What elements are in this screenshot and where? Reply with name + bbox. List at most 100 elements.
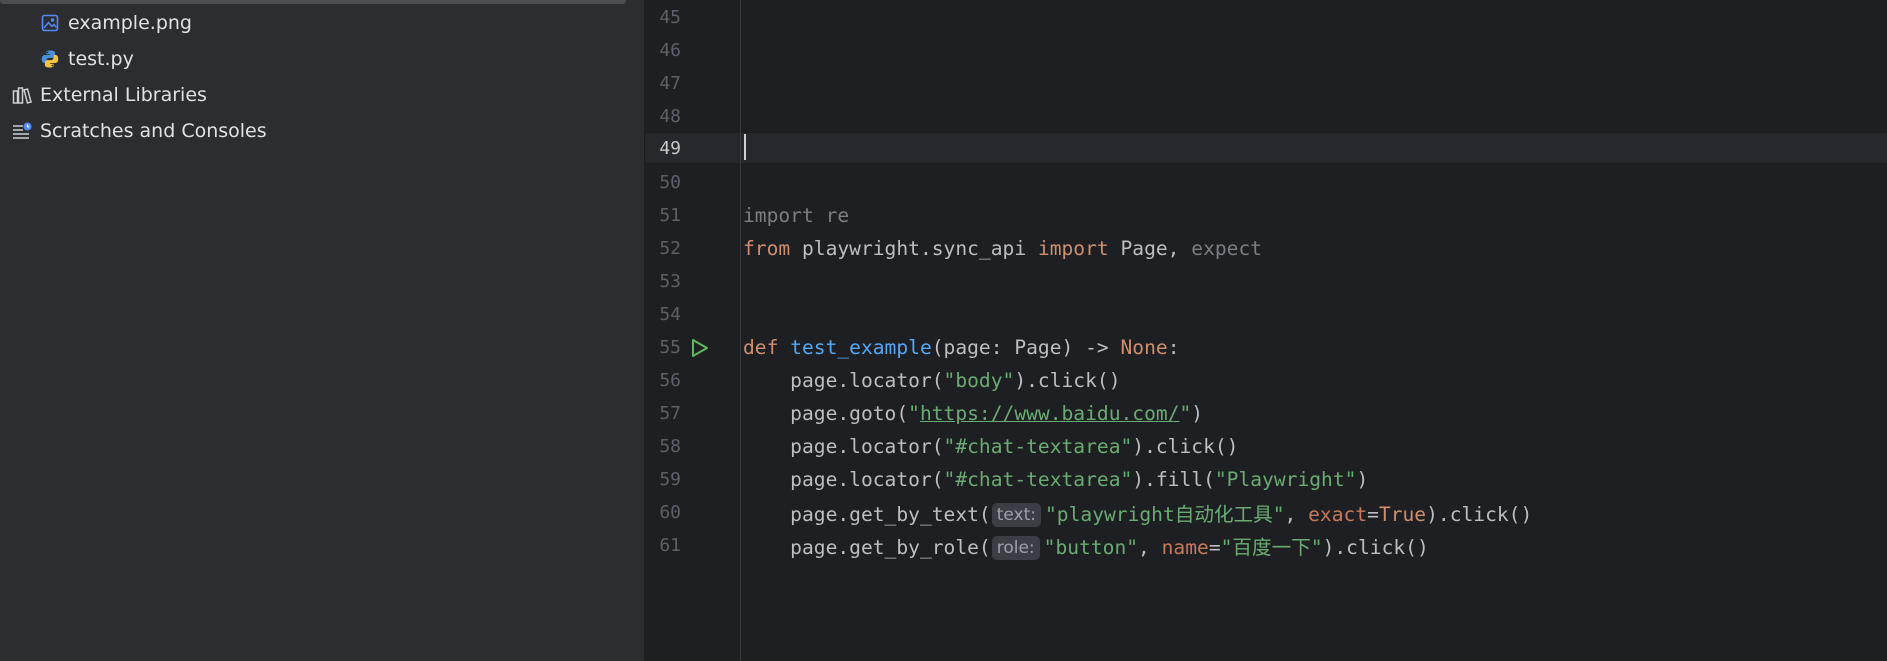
tree-item-label: Scratches and Consoles [40, 120, 267, 142]
code-segment: ) [1356, 468, 1369, 491]
code-segment: , [1284, 503, 1309, 526]
keyword-argument: name [1161, 536, 1209, 559]
code-text: page.get_by_role(role: "button", name="百度… [743, 531, 1429, 560]
string-literal-cjk: 自动化工具 [1174, 503, 1273, 526]
code-line[interactable]: 57 page.goto("https://www.baidu.com/") [645, 397, 1887, 430]
line-number: 51 [659, 205, 681, 226]
keyword: None [1120, 336, 1168, 359]
code-line[interactable]: 61 page.get_by_role(role: "button", name=… [645, 529, 1887, 562]
code-line[interactable]: 52 from playwright.sync_api import Page,… [645, 232, 1887, 265]
code-text: def test_example(page: Page) -> None: [743, 336, 1179, 359]
tree-item-test-py[interactable]: test.py [40, 44, 134, 74]
code-segment: = [1208, 536, 1221, 559]
params: (page: Page) -> [931, 336, 1121, 359]
code-segment: ).click() [1322, 536, 1429, 559]
code-line[interactable]: 60 page.get_by_text(text: "playwright自动化工… [645, 496, 1887, 529]
line-number: 53 [659, 271, 681, 292]
line-number: 55 [659, 337, 681, 358]
code-line[interactable]: 56 page.locator("body").click() [645, 364, 1887, 397]
code-line-active[interactable]: 49 [645, 132, 1887, 165]
string-literal-cjk: 百度一下 [1232, 536, 1311, 559]
scrollbar-thumb[interactable] [0, 0, 626, 4]
code-text: page.locator("body").click() [743, 369, 1121, 392]
code-segment: , [1138, 536, 1162, 559]
code-line[interactable]: 59 page.locator("#chat-textarea").fill("… [645, 463, 1887, 496]
code-line[interactable]: 53 [645, 265, 1887, 298]
code-text: page.get_by_text(text: "playwright自动化工具",… [743, 498, 1532, 527]
keyword: import [743, 204, 814, 227]
quote: " [908, 402, 920, 425]
code-segment: page.locator( [743, 369, 944, 392]
unused-import: expect [1191, 237, 1263, 260]
line-number: 59 [659, 469, 681, 490]
code-segment: ).click() [1426, 503, 1533, 526]
code-line[interactable]: 48 [645, 100, 1887, 133]
line-number: 54 [659, 304, 681, 325]
code-text: page.goto("https://www.baidu.com/") [743, 402, 1203, 425]
string-literal: " [1310, 536, 1323, 559]
line-number: 56 [659, 370, 681, 391]
code-editor[interactable]: 45 46 47 48 49 50 51 import re 52 from p… [645, 0, 1887, 661]
line-number: 58 [659, 436, 681, 457]
line-number: 61 [659, 535, 681, 556]
line-number: 48 [659, 106, 681, 127]
import-names: Page, [1108, 237, 1192, 260]
code-text: import re [743, 204, 849, 227]
code-line[interactable]: 55 def test_example(page: Page) -> None: [645, 331, 1887, 364]
code-line[interactable]: 54 [645, 298, 1887, 331]
string-literal: "Playwright" [1214, 468, 1357, 491]
tree-item-scratches-and-consoles[interactable]: Scratches and Consoles [12, 116, 267, 146]
string-literal: " [1220, 536, 1233, 559]
code-line[interactable]: 51 import re [645, 199, 1887, 232]
line-number: 60 [659, 502, 681, 523]
image-file-icon [40, 13, 60, 33]
code-segment: page.get_by_text( [743, 503, 991, 526]
line-number: 47 [659, 73, 681, 94]
libraries-icon [12, 85, 32, 105]
code-line[interactable]: 47 [645, 67, 1887, 100]
module-name: re [813, 204, 850, 227]
parameter-hint: text: [991, 503, 1042, 527]
code-line[interactable]: 58 page.locator("#chat-textarea").click(… [645, 430, 1887, 463]
code-segment: page.locator( [743, 468, 944, 491]
string-literal: "playwright [1045, 503, 1175, 526]
string-literal: "#chat-textarea" [943, 435, 1133, 458]
code-segment: page.locator( [743, 435, 944, 458]
tree-item-label: example.png [68, 12, 192, 34]
tree-item-external-libraries[interactable]: External Libraries [12, 80, 207, 110]
code-line[interactable]: 50 [645, 166, 1887, 199]
code-line[interactable]: 46 [645, 34, 1887, 67]
scratches-icon [12, 121, 32, 141]
line-number: 49 [659, 138, 681, 159]
code-segment: = [1367, 503, 1379, 526]
code-text: from playwright.sync_api import Page, ex… [743, 237, 1262, 260]
string-literal: "#chat-textarea" [943, 468, 1133, 491]
keyword-argument: exact [1308, 503, 1368, 526]
code-segment: page.goto( [743, 402, 909, 425]
keyword: True [1378, 503, 1427, 526]
code-segment: ).click() [1014, 369, 1121, 392]
line-number: 45 [659, 7, 681, 28]
string-literal: "body" [943, 369, 1015, 392]
string-literal: " [1272, 503, 1285, 526]
code-segment: page.get_by_role( [743, 536, 991, 559]
line-number: 46 [659, 40, 681, 61]
parameter-hint: role: [991, 536, 1040, 560]
code-text: page.locator("#chat-textarea").click() [743, 435, 1238, 458]
tree-item-example-png[interactable]: example.png [40, 8, 192, 38]
keyword: import [1037, 237, 1109, 260]
function-name: test_example [790, 336, 932, 359]
tree-item-label: External Libraries [40, 84, 207, 106]
code-segment: ).click() [1132, 435, 1239, 458]
run-test-icon[interactable] [690, 338, 710, 358]
line-number: 50 [659, 172, 681, 193]
tree-item-label: test.py [68, 48, 134, 70]
code-line[interactable]: 45 [645, 1, 1887, 34]
url-link[interactable]: https://www.baidu.com/ [920, 402, 1180, 425]
punctuation: : [1167, 336, 1180, 359]
line-number: 57 [659, 403, 681, 424]
python-file-icon [40, 49, 60, 69]
module-name: playwright.sync_api [790, 237, 1038, 260]
code-text: page.locator("#chat-textarea").fill("Pla… [743, 468, 1368, 491]
